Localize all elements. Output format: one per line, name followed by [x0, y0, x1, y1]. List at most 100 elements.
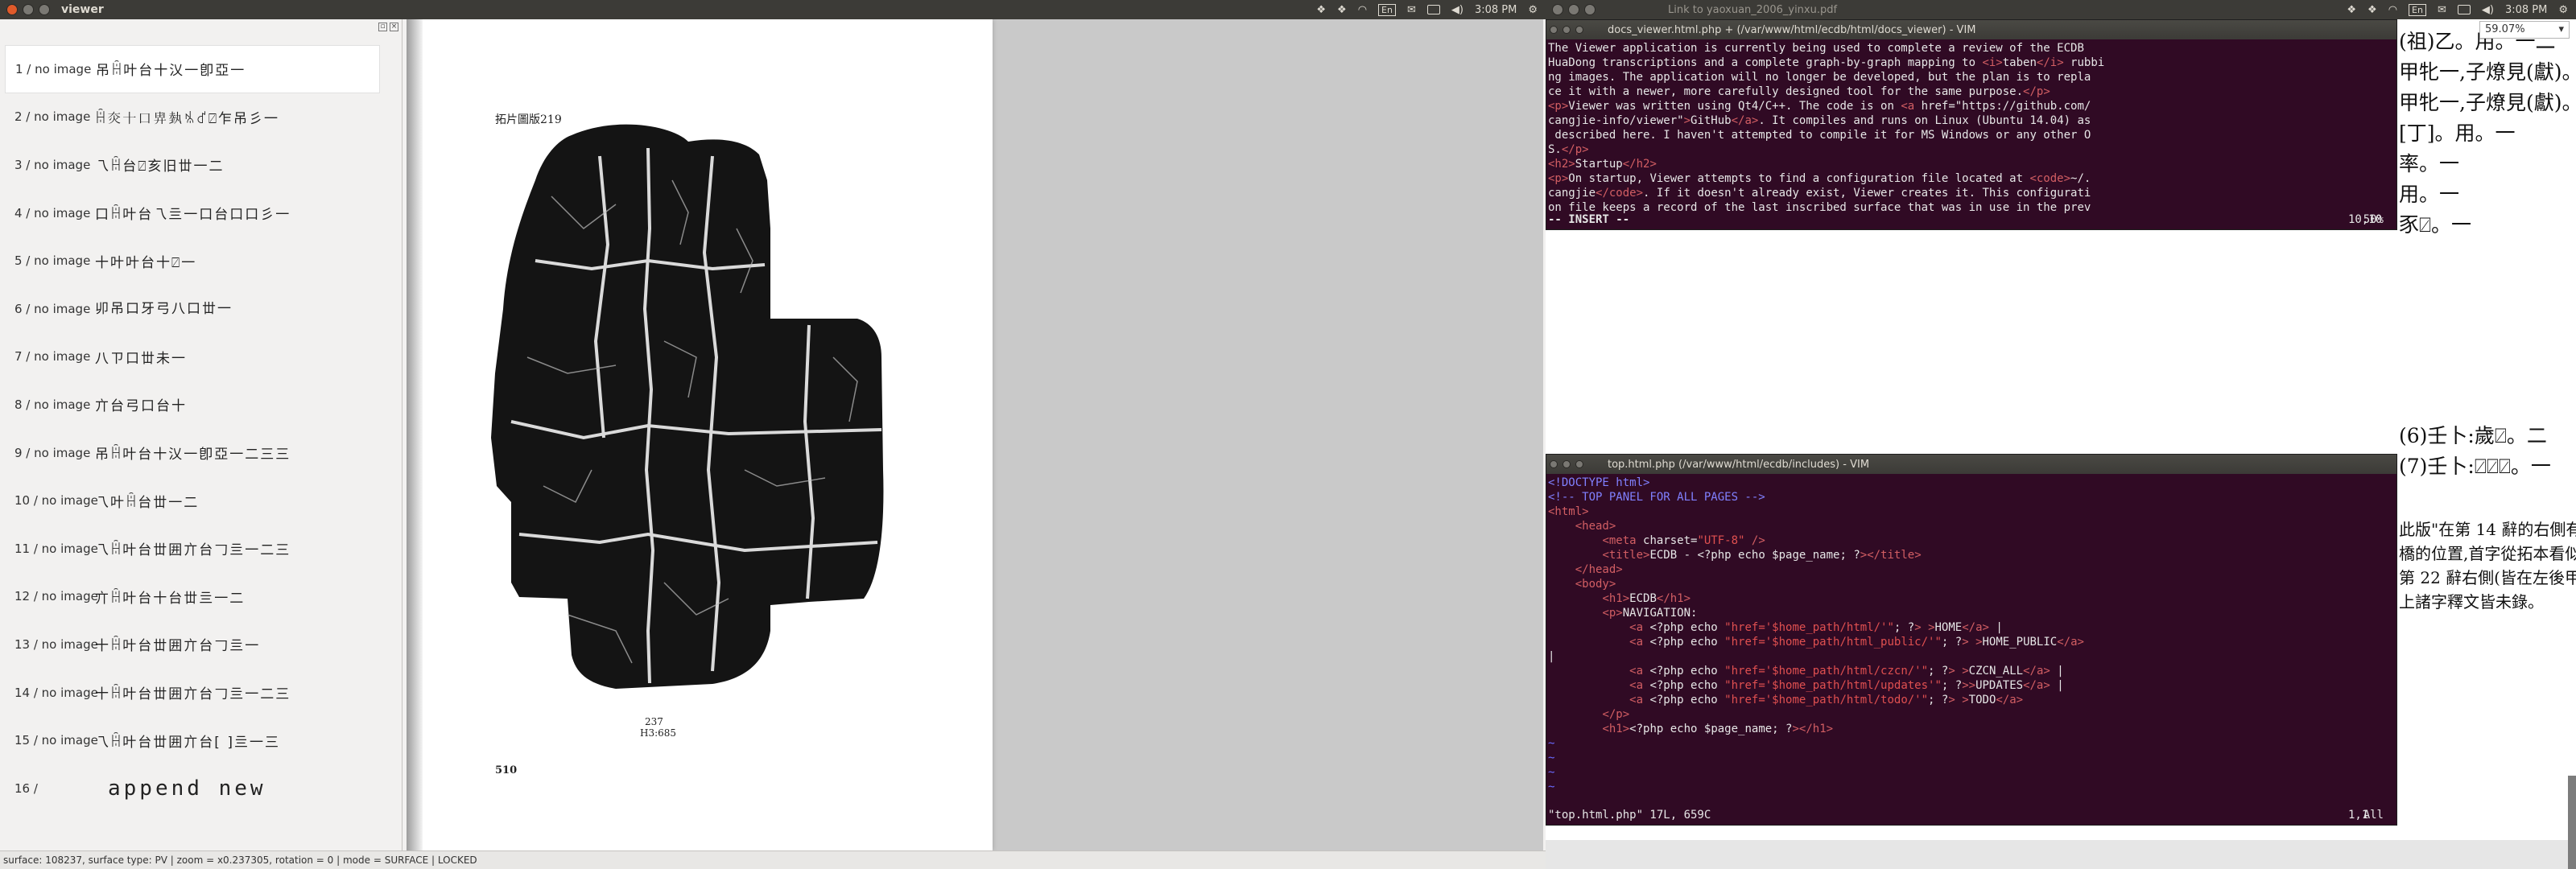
vim-window-top-html[interactable]: top.html.php (/var/www/html/ecdb/include… — [1546, 454, 2397, 826]
pdf-line: 甲牝一,子燎見(獻)。一二三四 — [2399, 60, 2576, 84]
keyboard-layout-indicator[interactable]: En — [1378, 3, 1396, 16]
vim-line: S.</p> — [1548, 143, 1589, 156]
dropbox-icon-2[interactable]: ❖ — [2368, 4, 2377, 16]
dock-float-icon[interactable]: ▫ — [378, 23, 387, 31]
pdf-maximize-window-icon[interactable] — [1584, 4, 1596, 15]
zoom-select[interactable]: 59.07% ▾ — [2479, 21, 2570, 39]
vim-line: <a <?php echo "href='$home_path/html_pub… — [1629, 636, 2084, 649]
gear-icon[interactable]: ⚙ — [1528, 4, 1538, 16]
maximize-window-icon[interactable] — [39, 4, 50, 15]
inscription-label: 12 / no image — [14, 589, 98, 604]
pdf-paragraph-line: 橋的位置,首字從拓本看似為"帝"字。 — [2399, 544, 2576, 563]
oracle-bone-rubbing — [491, 124, 884, 689]
dropbox-icon[interactable]: ❖ — [1316, 4, 1326, 16]
inscription-row[interactable]: 4 / no image 口ꀌ叶台乁亖一口台口口彡一 — [5, 189, 380, 237]
pdf-line: 豕⍁。一 — [2399, 213, 2472, 237]
inscription-row[interactable]: 5 / no image 十叶叶台十⍁一 — [5, 237, 380, 285]
inscription-row[interactable]: 2 / no image ꀌ𤆍十口𢍁埶ꁱ꒮⍁乍吊彡一 — [5, 93, 380, 142]
terminal-window-controls — [1550, 460, 1583, 468]
mail-icon[interactable]: ✉ — [2438, 4, 2446, 16]
battery-icon[interactable] — [2457, 5, 2471, 14]
inscription-transcription: 乁叶ꀌ台丗一二 — [95, 494, 200, 511]
inscription-row[interactable]: 8 / no image 亣台弓口台十 — [5, 381, 380, 429]
inscription-dock-panel: ▫ × 1 / no image 吊ꀌ叶台十㲼一卽亞一 2 / no image ꀌ𤆍… — [0, 19, 402, 850]
close-window-icon[interactable] — [6, 4, 18, 15]
terminal-title: docs_viewer.html.php + (/var/www/html/ec… — [1608, 23, 1976, 36]
inscription-label: 4 / no image — [14, 205, 91, 220]
terminal-minimize-icon[interactable] — [1563, 460, 1571, 468]
inscription-row[interactable]: 13 / no image 十ꀌ叶台丗囲亣台𠃌亖一 — [5, 620, 380, 669]
vim-line: ~ — [1548, 766, 1555, 779]
inscription-row[interactable]: 15 / no image 乁ꀌ叶台丗囲亣台[ ]亖一三 — [5, 716, 380, 764]
surface-image-view[interactable]: 拓片圖版219 237 H3:685 510 — [407, 19, 1543, 850]
minimize-window-icon[interactable] — [23, 4, 34, 15]
terminal-close-icon[interactable] — [1550, 460, 1558, 468]
inscription-row[interactable]: 3 / no image 乁ꀌ台⍁亥旧丗一二 — [5, 141, 380, 189]
vim-line: <h2>Startup</h2> — [1548, 158, 1657, 171]
rubbing-reference: H3:685 — [640, 727, 677, 739]
inscription-row[interactable]: 7 / no image 八ㄗ口丗未一 — [5, 333, 380, 381]
inscription-row[interactable]: 16 / append new — [5, 764, 380, 813]
status-bar: surface: 108237, surface type: PV | zoom… — [0, 850, 1546, 869]
inscription-row[interactable]: 1 / no image 吊ꀌ叶台十㲼一卽亞一 — [5, 45, 380, 93]
clock[interactable]: 3:08 PM — [1475, 4, 1517, 16]
pdf-page-gap — [1546, 840, 2576, 869]
wifi-icon[interactable]: ◠ — [1358, 4, 1367, 16]
dropbox-icon-2[interactable]: ❖ — [1337, 4, 1347, 16]
vim-line: <p>Viewer was written using Qt4/C++. The… — [1548, 100, 2091, 113]
pdf-paragraph-line: 第 22 辭右側(皆在左後甲部位)還有 — [2399, 568, 2576, 587]
vim-line: <title>ECDB - <?php echo $page_name; ?><… — [1602, 549, 1922, 562]
inscription-list[interactable]: 1 / no image 吊ꀌ叶台十㲼一卽亞一 2 / no image ꀌ𤆍十口𢍁埶… — [5, 45, 380, 813]
vim-window-docs-viewer[interactable]: docs_viewer.html.php + (/var/www/html/ec… — [1546, 19, 2397, 230]
vim-line: | — [1548, 650, 1555, 663]
inscription-label: 8 / no image — [14, 397, 91, 412]
vim-line: ng images. The application will no longe… — [1548, 71, 2091, 84]
vim-line: on file keeps a record of the last inscr… — [1548, 201, 2091, 213]
system-tray: ❖ ❖ ◠ En ✉ ◀) 3:08 PM ⚙ — [1316, 0, 1538, 19]
dock-close-icon[interactable]: × — [390, 23, 398, 31]
volume-icon[interactable]: ◀) — [1451, 4, 1463, 16]
battery-icon[interactable] — [1426, 5, 1440, 14]
inscription-row[interactable]: 10 / no image 乁叶ꀌ台丗一二 — [5, 476, 380, 525]
zoom-value: 59.07% — [2485, 23, 2525, 35]
vim-line: <h1>ECDB</h1> — [1602, 592, 1691, 605]
keyboard-layout-indicator[interactable]: En — [2409, 3, 2426, 16]
pdf-scrollbar-strip[interactable] — [2568, 776, 2576, 869]
inscription-transcription: 吊ꀌ叶台十㲼一卽亞一 — [96, 63, 246, 80]
dropbox-icon[interactable]: ❖ — [2347, 4, 2356, 16]
inscription-transcription: ꀌ𤆍十口𢍁埶ꁱ꒮⍁乍吊彡一 — [95, 110, 280, 127]
gear-icon[interactable]: ⚙ — [2558, 4, 2568, 16]
pdf-minimize-window-icon[interactable] — [1568, 4, 1579, 15]
vim-line: HuaDong transcriptions and a complete gr… — [1548, 56, 2105, 69]
vim-line: cangjie</code>. If it doesn't already ex… — [1548, 187, 2091, 200]
inscription-transcription: 口ꀌ叶台乁亖一口台口口彡一 — [95, 207, 291, 224]
clock[interactable]: 3:08 PM — [2505, 4, 2547, 16]
append-new-button[interactable]: append new — [108, 776, 266, 801]
vim-buffer[interactable]: The Viewer application is currently bein… — [1546, 39, 2396, 213]
wifi-icon[interactable]: ◠ — [2388, 4, 2397, 16]
pdf-line: (6)壬卜:歲⍁。二 — [2399, 424, 2547, 447]
vim-buffer[interactable]: <!DOCTYPE html> <!-- TOP PANEL FOR ALL PA… — [1546, 474, 2396, 807]
pdf-title-bar: Link to yaoxuan_2006_yinxu.pdf ❖ ❖ ◠ En … — [1546, 0, 2576, 19]
terminal-maximize-icon[interactable] — [1575, 26, 1583, 34]
terminal-close-icon[interactable] — [1550, 26, 1558, 34]
inscription-row[interactable]: 9 / no image 吊ꀌ叶台十㲼一卽亞一二三三 — [5, 429, 380, 477]
inscription-row[interactable]: 6 / no image 𠨍吊口牙弓八口丗一 — [5, 285, 380, 333]
mail-icon[interactable]: ✉ — [1407, 4, 1416, 16]
vim-line: <head> — [1575, 520, 1616, 533]
pdf-line: [丁]。用。一 — [2399, 121, 2516, 145]
page-number: 510 — [495, 764, 518, 776]
terminal-maximize-icon[interactable] — [1575, 460, 1583, 468]
vim-line: <!-- TOP PANEL FOR ALL PAGES --> — [1548, 491, 1765, 504]
vim-line: <a <?php echo "href='$home_path/html/upd… — [1629, 679, 2064, 692]
volume-icon[interactable]: ◀) — [2482, 4, 2494, 16]
viewer-title-bar: viewer ❖ ❖ ◠ En ✉ ◀) 3:08 PM ⚙ — [0, 0, 1546, 19]
pdf-close-window-icon[interactable] — [1552, 4, 1563, 15]
vim-line: ce it with a newer, more carefully desig… — [1548, 85, 2050, 98]
inscription-label: 9 / no image — [14, 445, 91, 460]
inscription-row[interactable]: 11 / no image 乁ꀌ叶台丗囲亣台𠃌亖一二三 — [5, 525, 380, 573]
inscription-row[interactable]: 12 / no image 亣ꀌ叶台十台丗亖一二 — [5, 573, 380, 621]
vim-line: <p>On startup, Viewer attempts to find a… — [1548, 172, 2091, 185]
inscription-row[interactable]: 14 / no image 十ꀌ叶台丗囲亣台𠃌亖一二三 — [5, 669, 380, 717]
terminal-minimize-icon[interactable] — [1563, 26, 1571, 34]
